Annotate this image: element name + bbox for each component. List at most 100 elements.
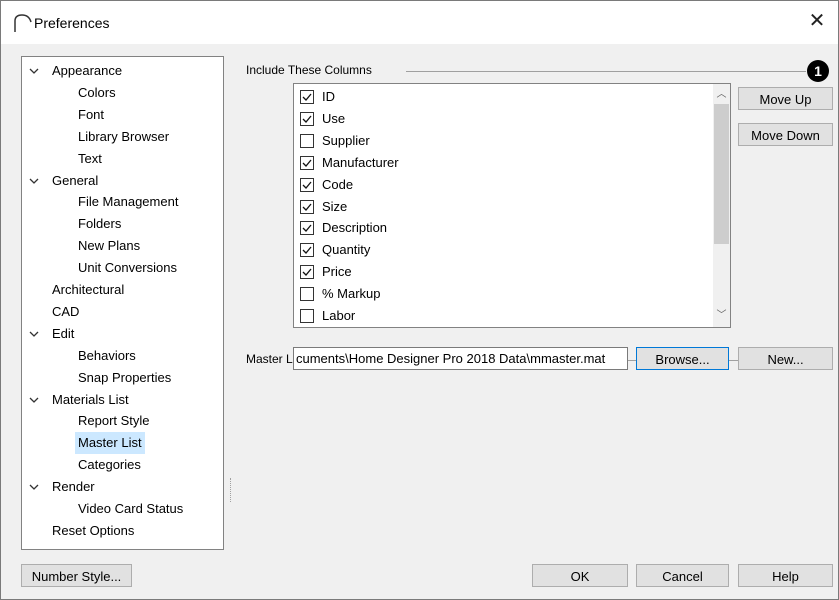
tree-item[interactable]: New Plans [22, 235, 221, 257]
column-option-label: Size [322, 198, 348, 214]
tree-item-label: Folders [78, 216, 122, 232]
chevron-down-icon[interactable] [28, 323, 40, 345]
number-style-button[interactable]: Number Style... [21, 564, 132, 587]
column-option-label: ID [322, 89, 335, 104]
tree-item[interactable]: Text [22, 148, 221, 170]
move-down-button[interactable]: Move Down [738, 123, 833, 146]
checkbox[interactable] [300, 199, 314, 214]
checkmark-icon [302, 203, 312, 211]
chevron-down-icon[interactable] [28, 389, 40, 411]
tree-item-label: Font [78, 106, 105, 122]
column-option-label: Quantity [322, 242, 371, 258]
tree-item[interactable]: General [22, 170, 221, 192]
checkmark-icon [302, 246, 312, 255]
list-scrollbar[interactable]: ︿ ﹀ [713, 84, 730, 327]
tree-item-label: Unit Conversions [78, 260, 177, 276]
column-option-label: Price [322, 264, 352, 280]
checkbox[interactable] [300, 243, 314, 258]
tree-item[interactable]: Reset Options [22, 520, 221, 542]
checkmark-icon [302, 159, 312, 167]
tree-item-label: Categories [78, 457, 141, 473]
tree-item[interactable]: Video Card Status [22, 498, 221, 520]
browse-button[interactable]: Browse... [636, 347, 729, 370]
checkbox[interactable] [300, 90, 314, 104]
column-option-label: % Markup [322, 286, 381, 302]
tree-item-label: Master List [75, 432, 145, 455]
tree-item-label: Text [78, 150, 102, 166]
tree-item-label: Snap Properties [78, 369, 172, 385]
tree-item[interactable]: Master List [22, 432, 221, 455]
window-title: Preferences [34, 15, 110, 31]
app-arch-icon [14, 14, 32, 32]
tree-item[interactable]: Folders [22, 213, 221, 235]
tree-item-label: Reset Options [52, 522, 135, 538]
checkmark-icon [302, 224, 312, 233]
checkmark-icon [302, 268, 312, 277]
tree-item[interactable]: Library Browser [22, 126, 221, 148]
tree-item-label: Report Style [78, 413, 150, 429]
column-option-label: Labor [322, 308, 356, 323]
tree-item[interactable]: CAD [22, 301, 221, 323]
chevron-down-icon[interactable] [28, 60, 40, 82]
tree-item[interactable]: File Management [22, 191, 221, 213]
checkmark-icon [302, 115, 312, 123]
chevron-down-icon[interactable] [28, 170, 40, 192]
ok-button[interactable]: OK [532, 564, 628, 587]
tree-item[interactable]: Categories [22, 454, 221, 476]
tree-item-label: Edit [52, 325, 75, 341]
tree-item-label: Library Browser [78, 128, 170, 144]
checkmark-icon [302, 93, 312, 101]
callout-1: 1 [807, 60, 829, 82]
scroll-thumb[interactable] [714, 104, 729, 244]
tree-item[interactable]: Architectural [22, 279, 221, 301]
column-option-label: Use [322, 110, 346, 126]
columns-group-divider [406, 71, 806, 72]
checkmark-icon [302, 181, 312, 189]
new-button[interactable]: New... [738, 347, 833, 370]
checkbox[interactable] [300, 133, 314, 148]
tree-item[interactable]: Edit [22, 323, 221, 345]
checkbox[interactable] [300, 111, 314, 126]
master-list-path-field[interactable]: cuments\Home Designer Pro 2018 Data\mmas… [293, 347, 628, 370]
checkbox[interactable] [300, 265, 314, 280]
preferences-tree[interactable]: Appearance Colors Font Library Browser Text G… [21, 56, 224, 550]
tree-item[interactable]: Appearance [22, 60, 221, 82]
scroll-down-arrow-icon[interactable]: ﹀ [713, 307, 730, 325]
checkbox[interactable] [300, 221, 314, 236]
tree-item-label: File Management [78, 194, 179, 210]
tree-item[interactable]: Materials List [22, 389, 221, 411]
tree-item[interactable]: Report Style [22, 410, 221, 432]
tree-item-label: Materials List [52, 391, 129, 407]
help-button[interactable]: Help [738, 564, 833, 587]
tree-item-label: Video Card Status [78, 501, 184, 516]
title-bar: Preferences ✕ [0, 0, 839, 44]
column-option-label: Manufacturer [322, 154, 399, 170]
scroll-up-arrow-icon[interactable]: ︿ [713, 86, 730, 104]
tree-item-label: Behaviors [78, 347, 136, 363]
tree-item[interactable]: Font [22, 104, 221, 126]
tree-item-label: New Plans [78, 238, 141, 254]
cancel-button[interactable]: Cancel [636, 564, 729, 587]
tree-item-label: Appearance [52, 63, 123, 78]
tree-item-label: CAD [52, 303, 80, 319]
checkbox[interactable] [300, 155, 314, 170]
tree-item-label: Architectural [52, 282, 125, 297]
chevron-down-icon[interactable] [28, 476, 40, 498]
checkbox[interactable] [300, 287, 314, 302]
tree-item-label: Render [52, 479, 95, 495]
column-option-label: Description [322, 220, 388, 236]
tree-item[interactable]: Colors [22, 82, 221, 104]
splitter-grip[interactable] [230, 478, 235, 502]
columns-checklist[interactable]: Labor % Markup Price Quantity Description Siz… [293, 83, 731, 328]
move-up-button[interactable]: Move Up [738, 87, 833, 110]
close-button[interactable]: ✕ [805, 9, 829, 33]
checkbox[interactable] [300, 309, 314, 323]
columns-group-label: Include These Columns [246, 63, 372, 77]
column-option-label: Code [322, 176, 354, 192]
tree-item[interactable]: Render [22, 476, 221, 498]
tree-item[interactable]: Behaviors [22, 345, 221, 367]
tree-item[interactable]: Snap Properties [22, 367, 221, 389]
tree-item[interactable]: Unit Conversions [22, 257, 221, 279]
checkbox[interactable] [300, 177, 314, 192]
tree-item-label: General [52, 172, 99, 188]
